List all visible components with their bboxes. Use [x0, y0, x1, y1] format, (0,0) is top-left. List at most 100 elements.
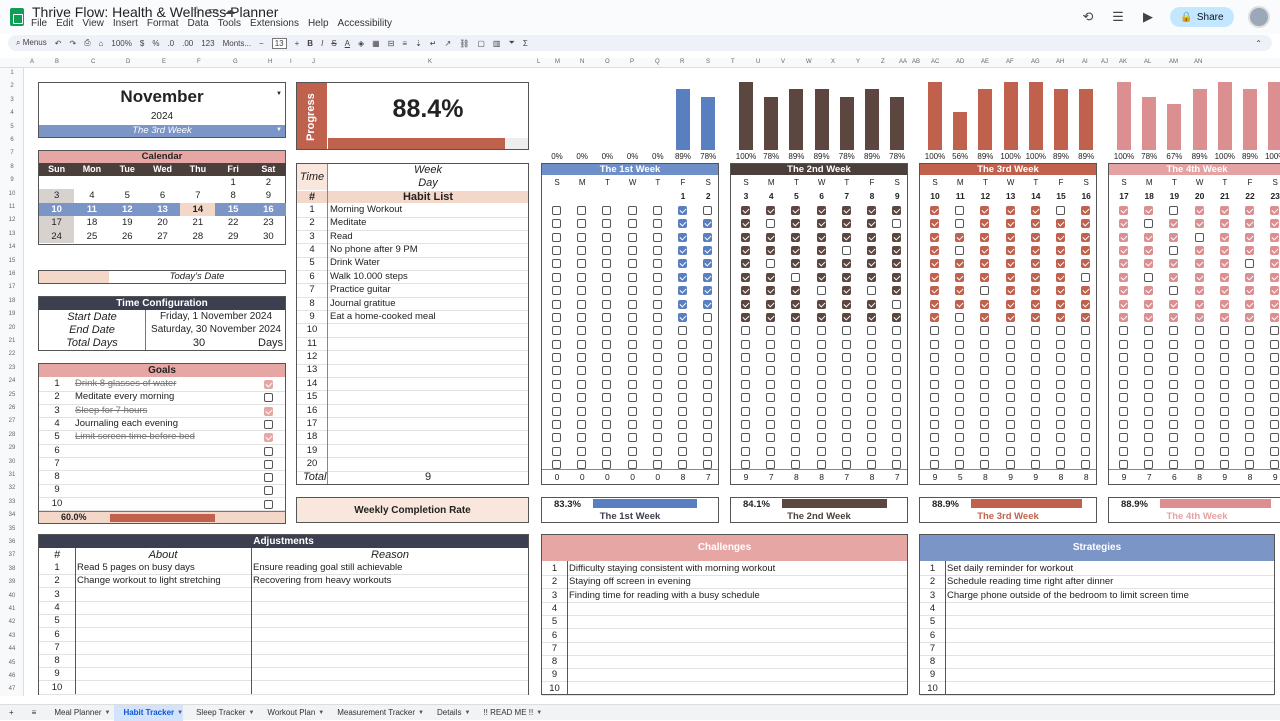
column-ah[interactable]: AH [1056, 59, 1064, 65]
habit-checkbox[interactable] [1194, 379, 1204, 389]
habit-checkbox[interactable] [791, 406, 801, 416]
habit-checkbox[interactable] [1194, 312, 1204, 322]
habit-checkbox[interactable] [552, 299, 561, 309]
habit-checkbox[interactable] [816, 312, 826, 322]
habit-checkbox[interactable] [1270, 419, 1280, 429]
calendar-day[interactable]: 29 [215, 230, 250, 243]
strikethrough-icon[interactable]: S [331, 39, 336, 48]
column-f[interactable]: F [197, 59, 201, 65]
habit-checkbox[interactable] [678, 339, 687, 349]
habit-checkbox[interactable] [741, 353, 750, 363]
habit-checkbox[interactable] [741, 312, 750, 322]
row-24[interactable]: 24 [0, 378, 24, 384]
column-d[interactable]: D [126, 59, 130, 65]
menu-item-edit[interactable]: Edit [56, 18, 73, 29]
habit-checkbox[interactable] [1144, 299, 1154, 309]
row-11[interactable]: 11 [0, 204, 24, 210]
habit-checkbox[interactable] [766, 379, 776, 389]
sheet-tab-sleep-tracker[interactable]: Sleep Tracker [187, 708, 254, 717]
row-40[interactable]: 40 [0, 593, 24, 599]
habit-checkbox[interactable] [652, 446, 662, 456]
habit-checkbox[interactable] [1144, 446, 1154, 456]
habit-checkbox[interactable] [627, 232, 637, 242]
calendar-day[interactable] [39, 176, 74, 189]
habit-checkbox[interactable] [1219, 446, 1229, 456]
habit-checkbox[interactable] [867, 379, 876, 389]
calendar-day[interactable]: 3 [39, 189, 75, 203]
habit-checkbox[interactable] [980, 246, 990, 256]
habit-checkbox[interactable] [816, 419, 826, 429]
italic-icon[interactable]: I [321, 39, 323, 48]
habit-checkbox[interactable] [1144, 353, 1154, 363]
paint-format-icon[interactable]: ⌂ [99, 39, 104, 48]
column-i[interactable]: I [290, 59, 292, 65]
chevron-down-icon[interactable]: ▼ [318, 710, 324, 716]
habit-checkbox[interactable] [652, 206, 662, 215]
habit-checkbox[interactable] [552, 259, 561, 269]
habit-checkbox[interactable] [867, 312, 876, 322]
habit-checkbox[interactable] [1194, 246, 1204, 256]
habit-checkbox[interactable] [678, 219, 687, 229]
habit-checkbox[interactable] [1119, 326, 1128, 336]
habit-checkbox[interactable] [577, 406, 587, 416]
habit-checkbox[interactable] [930, 246, 939, 256]
habit-checkbox[interactable] [1119, 219, 1128, 229]
habit-checkbox[interactable] [1005, 406, 1015, 416]
column-k[interactable]: K [428, 59, 432, 65]
calendar-day[interactable] [74, 176, 109, 189]
habit-checkbox[interactable] [652, 219, 662, 229]
habit-checkbox[interactable] [841, 219, 851, 229]
habit-checkbox[interactable] [741, 326, 750, 336]
habit-checkbox[interactable] [1144, 393, 1154, 403]
habit-checkbox[interactable] [678, 406, 687, 416]
habit-checkbox[interactable] [867, 393, 876, 403]
habit-checkbox[interactable] [1144, 406, 1154, 416]
column-af[interactable]: AF [1006, 59, 1014, 65]
habit-checkbox[interactable] [766, 326, 776, 336]
column-v[interactable]: V [781, 59, 785, 65]
habit-checkbox[interactable] [627, 379, 637, 389]
habit-checkbox[interactable] [816, 272, 826, 282]
habit-checkbox[interactable] [892, 393, 902, 403]
habit-checkbox[interactable] [1144, 286, 1154, 296]
calendar-day[interactable] [110, 176, 145, 189]
habit-checkbox[interactable] [741, 246, 750, 256]
habit-checkbox[interactable] [577, 419, 587, 429]
habit-checkbox[interactable] [1270, 206, 1280, 215]
habit-checkbox[interactable] [703, 419, 713, 429]
habit-checkbox[interactable] [1119, 446, 1128, 456]
habit-checkbox[interactable] [1245, 353, 1254, 363]
currency-format[interactable]: $ [140, 39, 144, 48]
habit-checkbox[interactable] [602, 353, 612, 363]
habit-checkbox[interactable] [741, 460, 750, 470]
habit-checkbox[interactable] [577, 219, 587, 229]
habit-checkbox[interactable] [1219, 219, 1229, 229]
habit-checkbox[interactable] [1056, 286, 1065, 296]
calendar-day[interactable]: 23 [251, 216, 286, 229]
habit-checkbox[interactable] [955, 259, 965, 269]
history-icon[interactable]: ⟲ [1080, 9, 1096, 25]
habit-checkbox[interactable] [1219, 299, 1229, 309]
calendar-day[interactable]: 27 [145, 230, 180, 243]
habit-checkbox[interactable] [841, 259, 851, 269]
habit-checkbox[interactable] [1219, 206, 1229, 215]
habit-checkbox[interactable] [1005, 246, 1015, 256]
habit-checkbox[interactable] [816, 246, 826, 256]
habit-checkbox[interactable] [892, 232, 902, 242]
percent-format[interactable]: % [152, 39, 159, 48]
row-12[interactable]: 12 [0, 217, 24, 223]
habit-checkbox[interactable] [791, 366, 801, 376]
habit-checkbox[interactable] [1194, 232, 1204, 242]
habit-checkbox[interactable] [1245, 246, 1254, 256]
habit-checkbox[interactable] [1219, 379, 1229, 389]
habit-checkbox[interactable] [766, 286, 776, 296]
habit-checkbox[interactable] [652, 272, 662, 282]
habit-checkbox[interactable] [703, 299, 713, 309]
habit-checkbox[interactable] [1005, 460, 1015, 470]
row-39[interactable]: 39 [0, 579, 24, 585]
habit-checkbox[interactable] [816, 446, 826, 456]
habit-checkbox[interactable] [1119, 406, 1128, 416]
habit-checkbox[interactable] [1194, 366, 1204, 376]
habit-checkbox[interactable] [703, 460, 713, 470]
habit-checkbox[interactable] [766, 219, 776, 229]
